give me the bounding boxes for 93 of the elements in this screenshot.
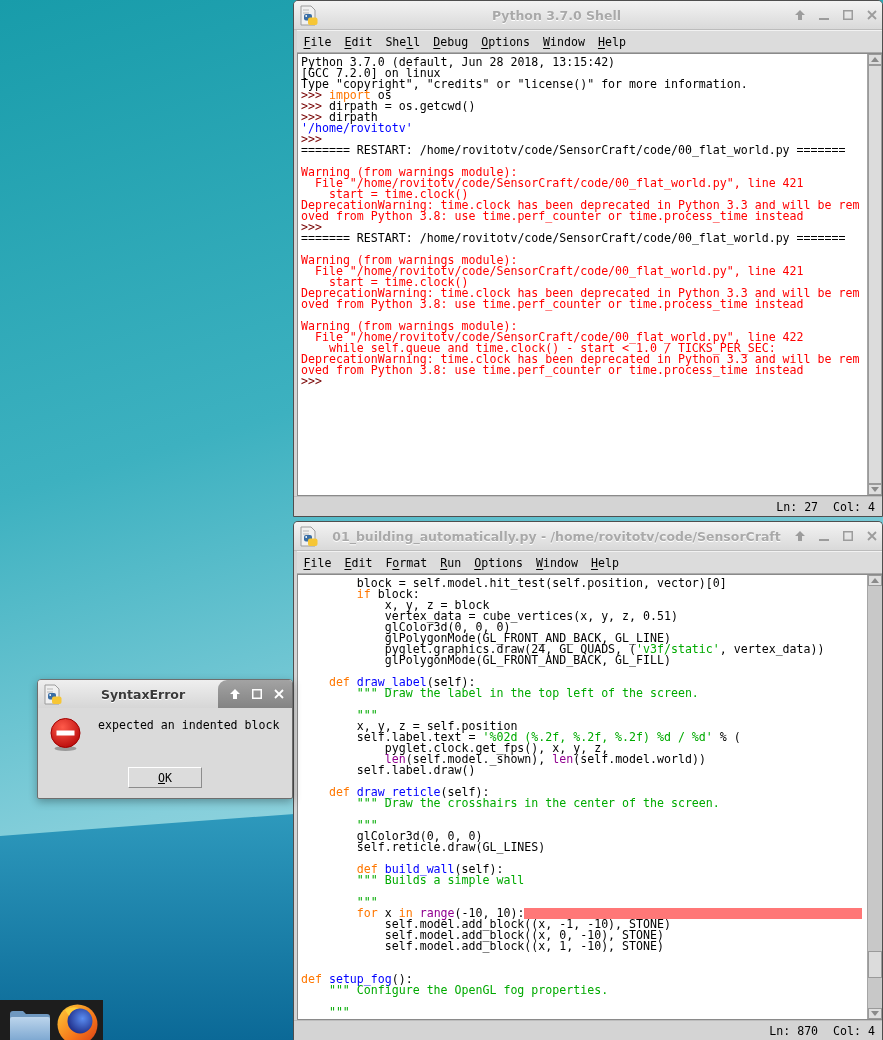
code-line: """ (356, 896, 378, 908)
menu-item[interactable]: Window (529, 555, 585, 570)
menu-item[interactable]: Options (467, 555, 530, 570)
code-line: glColor3d(0, 0, 0) (384, 621, 511, 633)
code-line: def setup_fog(): (301, 973, 413, 985)
code-line: ======= RESTART: /home/rovitotv/code/SensorCraft/code/00_flat_world.py ======= (301, 232, 846, 244)
code-line: """ Draw the crosshairs in the center of the screen. (356, 797, 720, 809)
code-line: Type "copyright", "credits" or "license()" for more information. (301, 78, 748, 90)
menu-item[interactable]: Help (584, 555, 626, 570)
code-line: >>> dirpath = os.getcwd() (301, 100, 476, 112)
code-line: self.reticle.draw(GL_LINES) (356, 841, 546, 853)
code-line: DeprecationWarning: time.clock has been deprecated in Python 3.3 and will be rem (301, 199, 860, 211)
close-icon[interactable] (867, 10, 877, 20)
window-title: 01_building_automatically.py - /home/rovitotv/code/SensorCraft (332, 528, 781, 544)
code-line: """ Builds a simple wall (356, 874, 525, 886)
folder-icon[interactable] (9, 1010, 51, 1040)
code-line: >>> (301, 133, 322, 145)
code-line: pyglet.clock.get_fps(), x, y, z, (384, 742, 609, 754)
code-line: Warning (from warnings module): (301, 320, 518, 332)
cursor-line-label: Ln: 870 (769, 1023, 819, 1038)
code-line: '/home/rovitotv' (301, 122, 413, 134)
code-line: self.model.add_block((x, 0, -10), STONE) (384, 929, 664, 941)
code-line: DeprecationWarning: time.clock has been deprecated in Python 3.3 and will be rem (301, 353, 860, 365)
up-arrow-icon[interactable] (795, 531, 805, 541)
menu-item[interactable]: Options (474, 34, 537, 49)
menu-item[interactable]: Window (536, 34, 592, 49)
menu-item[interactable]: Format (378, 555, 434, 570)
scroll-up-arrow-icon[interactable] (868, 54, 882, 65)
code-line: >>> (301, 375, 322, 387)
code-line: """ (356, 709, 378, 721)
app-icon (300, 525, 318, 547)
code-line: """ Draw the label in the top left of the screen. (356, 687, 699, 699)
code-line: >>> dirpath (301, 111, 378, 123)
code-line: def draw_reticle(self): (328, 786, 490, 798)
up-arrow-icon[interactable] (795, 10, 805, 20)
code-line: """ (356, 819, 378, 831)
code-line: glColor3d(0, 0, 0) (356, 830, 483, 842)
code-line: glPolygonMode(GL_FRONT_AND_BACK, GL_LINE) (384, 632, 671, 644)
code-line: self.label.draw() (356, 764, 476, 776)
code-line: [GCC 7.2.0] on linux (301, 67, 441, 79)
code-line: ======= RESTART: /home/rovitotv/code/SensorCraft/code/00_flat_world.py ======= (301, 144, 846, 156)
scrollbar[interactable] (867, 575, 882, 1019)
error-message: expected an indented block (98, 718, 280, 732)
scroll-down-arrow-icon[interactable] (868, 484, 882, 495)
error-icon (50, 718, 81, 751)
window-title: Python 3.7.0 Shell (491, 7, 622, 23)
scrollbar-thumb[interactable] (868, 951, 882, 978)
code-line: self.model.add_block((x, 1, -10), STONE) (384, 940, 664, 952)
menu-item[interactable]: Edit (337, 555, 379, 570)
cursor-column-label: Col: 4 (833, 499, 875, 514)
cursor-column-label: Col: 4 (833, 1023, 875, 1038)
code-line: def draw_label(self): (328, 676, 476, 688)
globe-icon[interactable] (57, 1004, 98, 1040)
menu-item[interactable]: File (297, 555, 338, 570)
code-line: DeprecationWarning: time.clock has been deprecated in Python 3.3 and will be rem (301, 287, 860, 299)
menu-item[interactable]: Help (591, 34, 633, 49)
code-line: start = time.clock() (328, 276, 469, 288)
code-line: oved from Python 3.8: use time.perf_counter or time.process_time instead (301, 364, 804, 376)
menu-item[interactable]: Shell (378, 34, 427, 49)
maximize-icon[interactable] (843, 531, 853, 541)
shell-text-area[interactable] (297, 53, 882, 496)
menu-item[interactable]: Edit (337, 34, 379, 49)
code-line: for x in range(-10, 10): (356, 907, 525, 919)
code-line: block = self.model.hit_test(self.position, vector)[0] (356, 577, 727, 589)
menu-item[interactable]: Run (433, 555, 468, 570)
scroll-down-arrow-icon[interactable] (868, 1008, 882, 1019)
dialog-title: SyntaxError (100, 686, 186, 702)
code-line: Warning (from warnings module): (301, 166, 518, 178)
maximize-icon[interactable] (843, 10, 853, 20)
ok-button[interactable]: OK (128, 767, 202, 788)
app-icon (300, 4, 318, 26)
cursor-line-label: Ln: 27 (776, 499, 819, 514)
code-line: >>> (301, 221, 322, 233)
code-line: vertex_data = cube_vertices(x, y, z, 0.51) (384, 610, 678, 622)
code-line: if block: (356, 588, 420, 600)
code-line: """ (328, 1006, 350, 1018)
code-line: start = time.clock() (328, 188, 469, 200)
code-line: Warning (from warnings module): (301, 254, 518, 266)
code-line: self.model.add_block((x, -1, -10), STONE) (384, 918, 671, 930)
code-line: glPolygonMode(GL_FRONT_AND_BACK, GL_FILL) (384, 654, 671, 666)
code-line: x, y, z = self.position (356, 720, 518, 732)
code-line: x, y, z = block (384, 599, 490, 611)
code-line: oved from Python 3.8: use time.perf_counter or time.process_time instead (301, 210, 804, 222)
scroll-up-arrow-icon[interactable] (868, 575, 882, 586)
up-arrow-icon[interactable] (230, 689, 240, 699)
code-line: """ Configure the OpenGL fog properties. (328, 984, 609, 996)
menu-item[interactable]: Debug (426, 34, 475, 49)
app-icon (44, 683, 62, 705)
code-line: Python 3.7.0 (default, Jun 28 2018, 13:15:42) (301, 56, 616, 68)
code-line: oved from Python 3.8: use time.perf_counter or time.process_time instead (301, 298, 804, 310)
close-icon[interactable] (867, 531, 877, 541)
menu-item[interactable]: File (297, 34, 338, 49)
code-line: def build_wall(self): (356, 863, 504, 875)
